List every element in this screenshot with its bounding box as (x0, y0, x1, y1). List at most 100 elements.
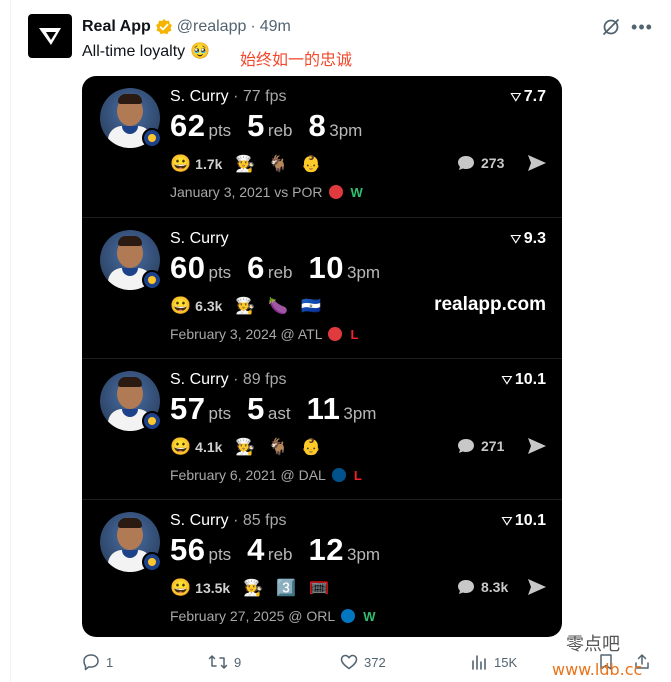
tweet-time[interactable]: 49m (260, 18, 291, 36)
stat-unit: 3pm (329, 121, 363, 140)
game-card: S. Curry · 77 fps ▽ 7.7 62 pts 5 reb 8 3pm … (82, 76, 562, 217)
fps-label: · 89 fps (233, 371, 287, 388)
smiley-icon: 😀 (170, 296, 192, 315)
game-date: January 3, 2021 vs POR (170, 184, 323, 200)
player-line: S. Curry · 85 fps (170, 512, 286, 530)
stat-value: 5 (247, 108, 265, 143)
keycap-three-emoji: 3️⃣ (276, 580, 297, 597)
fps-label: · 85 fps (233, 512, 287, 529)
player-name: S. Curry (170, 371, 229, 388)
reply-button[interactable]: 1 (82, 653, 113, 671)
analytics-icon (472, 655, 486, 670)
views-count: 15K (494, 654, 518, 670)
eggplant-emoji: 🍆 (268, 298, 289, 315)
author-name[interactable]: Real App (82, 18, 151, 36)
stat-value: 4 (247, 532, 265, 567)
send-icon (526, 436, 548, 456)
player-name: S. Curry (170, 88, 229, 105)
stat-value: 8 (308, 108, 327, 143)
repost-icon (208, 655, 228, 669)
reactions-row: 😀 1.7k 🧑‍🍳 🐐 👶 (170, 154, 321, 174)
reactions-row: 😀 6.3k 🧑‍🍳 🍆 🇸🇻 (170, 296, 321, 316)
reply-icon (83, 654, 99, 671)
send-icon (526, 577, 548, 597)
opponent-logo-icon (331, 468, 346, 482)
stat-unit: ast (267, 404, 291, 423)
player-name: S. Curry (170, 230, 229, 247)
tweet-text: All-time loyalty 🥹 (82, 42, 210, 62)
stat-unit: pts (208, 121, 232, 140)
repost-count: 9 (234, 654, 242, 670)
game-card: S. Curry · 85 fps ▽ 10.1 56 pts 4 reb 12 3p… (82, 499, 562, 637)
rating-triangle-icon: ▽ (501, 373, 512, 386)
player-line: S. Curry (170, 230, 229, 248)
comments-value: 8.3k (481, 579, 509, 595)
rating-triangle-icon: ▽ (510, 90, 521, 103)
chef-emoji: 🧑‍🍳 (235, 298, 256, 315)
chef-emoji: 🧑‍🍳 (235, 156, 256, 173)
stat-unit: 3pm (346, 263, 381, 282)
rating-triangle-icon: ▽ (510, 232, 521, 245)
heart-icon (340, 654, 358, 670)
author-handle[interactable]: @realapp (177, 18, 247, 36)
repost-button[interactable]: 9 (208, 653, 241, 671)
verified-badge-icon (155, 18, 173, 36)
game-info: February 27, 2025 @ ORL W (170, 608, 375, 624)
rating-triangle-icon: ▽ (501, 514, 512, 527)
game-result: L (350, 326, 359, 342)
rating-value: 7.7 (523, 88, 546, 105)
comments-value: 271 (481, 438, 505, 454)
comments-count: 8.3k (456, 578, 508, 596)
comments-count: 273 (456, 154, 504, 172)
like-count: 372 (364, 654, 386, 670)
rating-value: 10.1 (514, 512, 546, 529)
reactions-count: 4.1k (195, 439, 223, 455)
grok-icon[interactable] (600, 16, 622, 38)
chef-emoji: 🧑‍🍳 (235, 439, 256, 456)
header-separator: · (250, 18, 256, 35)
tweet-header: Real App @realapp · 49m (82, 16, 291, 38)
like-button[interactable]: 372 (340, 653, 386, 671)
reactions-count: 6.3k (195, 298, 223, 314)
stat-unit: pts (208, 545, 232, 564)
goat-emoji: 🐐 (268, 439, 289, 456)
stat-unit: 3pm (343, 404, 377, 423)
comment-bubble-icon (456, 437, 476, 455)
stat-line: 57 pts 5 ast 11 3pm (170, 391, 392, 427)
game-result: W (363, 608, 376, 624)
warriors-badge-icon (142, 270, 162, 290)
smiley-icon: 😀 (170, 154, 192, 173)
game-info: January 3, 2021 vs POR W (170, 184, 363, 200)
rating-score: ▽ 10.1 (502, 371, 546, 389)
real-app-logo-icon (39, 28, 61, 45)
author-avatar[interactable] (28, 14, 72, 58)
stat-value: 12 (308, 532, 344, 567)
comment-bubble-icon (456, 578, 476, 596)
reactions-count: 13.5k (195, 580, 231, 596)
stat-value: 56 (170, 532, 206, 567)
site-watermark-url: www.ldb.cc (552, 660, 643, 679)
send-icon (526, 153, 548, 173)
goal-net-emoji: 🥅 (309, 580, 329, 597)
game-info: February 3, 2024 @ ATL L (170, 326, 358, 342)
game-date: February 6, 2021 @ DAL (170, 467, 326, 483)
stat-value: 57 (170, 391, 206, 426)
smiley-icon: 😀 (170, 437, 192, 456)
views-button[interactable]: 15K (470, 653, 517, 671)
opponent-logo-icon (341, 609, 356, 623)
warriors-badge-icon (142, 411, 162, 431)
reactions-count: 1.7k (195, 156, 223, 172)
rating-score: ▽ 7.7 (511, 88, 546, 106)
game-card: S. Curry ▽ 9.3 60 pts 6 reb 10 3pm 😀 6.3k 🧑… (82, 217, 562, 358)
reactions-row: 😀 4.1k 🧑‍🍳 🐐 👶 (170, 437, 321, 457)
player-line: S. Curry · 77 fps (170, 88, 286, 106)
media-image[interactable]: S. Curry · 77 fps ▽ 7.7 62 pts 5 reb 8 3pm … (82, 76, 562, 637)
game-result: W (350, 184, 363, 200)
more-options-icon[interactable]: ••• (629, 16, 655, 38)
warriors-badge-icon (142, 552, 162, 572)
reactions-row: 😀 13.5k 🧑‍🍳 3️⃣ 🥅 (170, 578, 329, 598)
baby-emoji: 👶 (301, 439, 322, 456)
goat-emoji: 🐐 (268, 156, 289, 173)
stat-unit: reb (267, 121, 293, 140)
chef-emoji: 🧑‍🍳 (243, 580, 264, 597)
